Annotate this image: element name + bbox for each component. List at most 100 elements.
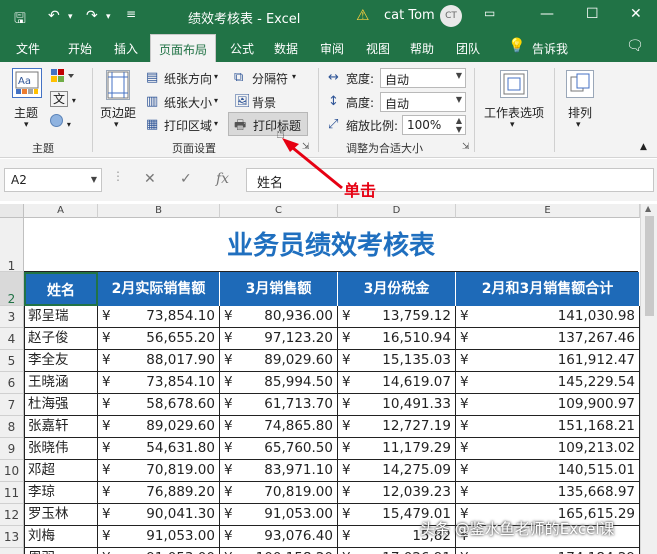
cell-mar[interactable]: ¥89,029.60 bbox=[220, 350, 338, 372]
cancel-icon[interactable]: ✕ bbox=[144, 171, 156, 187]
cell-mar[interactable]: ¥93,076.40 bbox=[220, 526, 338, 548]
margins-button[interactable]: 页边距 bbox=[100, 104, 136, 121]
orientation-button[interactable]: 纸张方向 bbox=[164, 70, 212, 87]
header-cell-mar[interactable]: 3月销售额 bbox=[220, 272, 338, 306]
cell-feb[interactable]: ¥73,854.10 bbox=[98, 372, 220, 394]
maximize-icon[interactable]: ☐ bbox=[586, 6, 599, 22]
cell-name[interactable]: 张晓伟 bbox=[24, 438, 98, 460]
cell-mar[interactable]: ¥100,158.20 bbox=[220, 548, 338, 554]
scale-up-icon[interactable]: ▲ bbox=[456, 116, 462, 125]
cell-total[interactable]: ¥145,229.54 bbox=[456, 372, 640, 394]
close-icon[interactable]: ✕ bbox=[630, 6, 642, 22]
cell-name[interactable]: 王晓涵 bbox=[24, 372, 98, 394]
sheet-options-button[interactable]: 工作表选项 bbox=[484, 104, 544, 121]
cell-feb[interactable]: ¥90,041.30 bbox=[98, 504, 220, 526]
cell-name[interactable]: 李琼 bbox=[24, 482, 98, 504]
row-header[interactable]: 13 bbox=[0, 526, 24, 548]
row-header[interactable]: 3 bbox=[0, 306, 24, 328]
tab-team[interactable]: 团队 bbox=[456, 40, 480, 57]
cell-mar[interactable]: ¥85,994.50 bbox=[220, 372, 338, 394]
column-header-c[interactable]: C bbox=[220, 204, 338, 218]
print-titles-button[interactable]: 🖶 打印标题 bbox=[228, 112, 308, 136]
cell-mar[interactable]: ¥61,713.70 bbox=[220, 394, 338, 416]
cell-mar[interactable]: ¥97,123.20 bbox=[220, 328, 338, 350]
arrange-icon[interactable] bbox=[566, 70, 594, 98]
cell-name[interactable]: 周羽 bbox=[24, 548, 98, 554]
cell-name[interactable]: 杜海强 bbox=[24, 394, 98, 416]
tab-data[interactable]: 数据 bbox=[274, 40, 298, 57]
row-header[interactable]: 7 bbox=[0, 394, 24, 416]
warning-icon[interactable]: ⚠ bbox=[356, 6, 369, 24]
print-area-dropdown-icon[interactable]: ▾ bbox=[214, 119, 218, 128]
orientation-dropdown-icon[interactable]: ▾ bbox=[214, 72, 218, 81]
cell-feb[interactable]: ¥56,655.20 bbox=[98, 328, 220, 350]
column-header-e[interactable]: E bbox=[456, 204, 640, 218]
column-header-b[interactable]: B bbox=[98, 204, 220, 218]
breaks-dropdown-icon[interactable]: ▾ bbox=[292, 72, 296, 81]
cell-tax[interactable]: ¥13,759.12 bbox=[338, 306, 456, 328]
themes-button[interactable]: 主题 bbox=[14, 104, 38, 121]
tab-home[interactable]: 开始 bbox=[68, 40, 92, 57]
scale-launcher-icon[interactable]: ⇲ bbox=[462, 142, 470, 152]
breaks-button[interactable]: 分隔符 bbox=[252, 70, 288, 87]
cell-tax[interactable]: ¥14,275.09 bbox=[338, 460, 456, 482]
cell-name[interactable]: 李全友 bbox=[24, 350, 98, 372]
tab-insert[interactable]: 插入 bbox=[114, 40, 138, 57]
colors-button[interactable] bbox=[50, 68, 76, 87]
size-dropdown-icon[interactable]: ▾ bbox=[214, 96, 218, 105]
cell-total[interactable]: ¥137,267.46 bbox=[456, 328, 640, 350]
row-header[interactable]: 12 bbox=[0, 504, 24, 526]
cell-tax[interactable]: ¥10,491.33 bbox=[338, 394, 456, 416]
row-header[interactable]: 9 bbox=[0, 438, 24, 460]
redo-dropdown-icon[interactable]: ▾ bbox=[106, 12, 111, 22]
avatar[interactable]: CT bbox=[440, 5, 462, 27]
row-header[interactable]: 4 bbox=[0, 328, 24, 350]
customize-toolbar-icon[interactable]: ≡ bbox=[126, 7, 136, 21]
fonts-button[interactable]: 文 ▾ bbox=[50, 90, 76, 107]
column-header-d[interactable]: D bbox=[338, 204, 456, 218]
tab-page-layout[interactable]: 页面布局 bbox=[150, 34, 217, 62]
cell-mar[interactable]: ¥65,760.50 bbox=[220, 438, 338, 460]
insert-function-icon[interactable]: fx bbox=[216, 171, 229, 187]
margins-dropdown-icon[interactable]: ▾ bbox=[114, 120, 119, 130]
cell-feb[interactable]: ¥73,854.10 bbox=[98, 306, 220, 328]
tell-me-box[interactable]: 告诉我 bbox=[532, 40, 568, 57]
background-button[interactable]: 背景 bbox=[252, 94, 276, 111]
user-name[interactable]: cat Tom bbox=[384, 8, 435, 23]
scale-down-icon[interactable]: ▼ bbox=[456, 125, 462, 134]
cell-name[interactable]: 张嘉轩 bbox=[24, 416, 98, 438]
cell-tax[interactable]: ¥12,039.23 bbox=[338, 482, 456, 504]
cell-total[interactable]: ¥174,184.29 bbox=[456, 548, 640, 554]
formula-input[interactable]: 姓名 bbox=[246, 168, 654, 192]
column-header-a[interactable]: A bbox=[24, 204, 98, 218]
row-header-2[interactable]: 2 bbox=[0, 272, 24, 306]
header-cell-total[interactable]: 2月和3月销售额合计 bbox=[456, 272, 640, 306]
cell-feb[interactable]: ¥70,819.00 bbox=[98, 460, 220, 482]
cell-feb[interactable]: ¥88,017.90 bbox=[98, 350, 220, 372]
scrollbar-thumb[interactable] bbox=[645, 216, 654, 316]
row-header[interactable]: 5 bbox=[0, 350, 24, 372]
size-button[interactable]: 纸张大小 bbox=[164, 94, 212, 111]
height-select[interactable]: 自动 ▼ bbox=[380, 92, 466, 112]
name-box[interactable]: A2 ▼ bbox=[4, 168, 102, 192]
comments-icon[interactable]: 🗨 bbox=[626, 38, 644, 54]
cell-mar[interactable]: ¥70,819.00 bbox=[220, 482, 338, 504]
tab-file[interactable]: 文件 bbox=[16, 40, 40, 57]
tab-formulas[interactable]: 公式 bbox=[230, 40, 254, 57]
cell-name[interactable]: 刘梅 bbox=[24, 526, 98, 548]
cell-mar[interactable]: ¥83,971.10 bbox=[220, 460, 338, 482]
cell-total[interactable]: ¥141,030.98 bbox=[456, 306, 640, 328]
enter-icon[interactable]: ✓ bbox=[180, 171, 192, 187]
undo-icon[interactable]: ↶ bbox=[48, 8, 60, 24]
cell-name[interactable]: 赵子俊 bbox=[24, 328, 98, 350]
sheet-title[interactable]: 业务员绩效考核表 bbox=[24, 218, 638, 272]
sheet-options-dropdown-icon[interactable]: ▾ bbox=[510, 120, 515, 130]
print-area-button[interactable]: 打印区域 bbox=[164, 117, 212, 134]
collapse-ribbon-icon[interactable]: ▲ bbox=[640, 142, 647, 152]
scale-stepper[interactable]: 100% ▲ ▼ bbox=[402, 115, 466, 135]
undo-dropdown-icon[interactable]: ▾ bbox=[68, 12, 73, 22]
sheet-options-icon[interactable] bbox=[500, 70, 528, 98]
cell-feb[interactable]: ¥54,631.80 bbox=[98, 438, 220, 460]
select-all-corner[interactable] bbox=[0, 204, 24, 218]
themes-icon[interactable]: Aa bbox=[12, 68, 42, 98]
